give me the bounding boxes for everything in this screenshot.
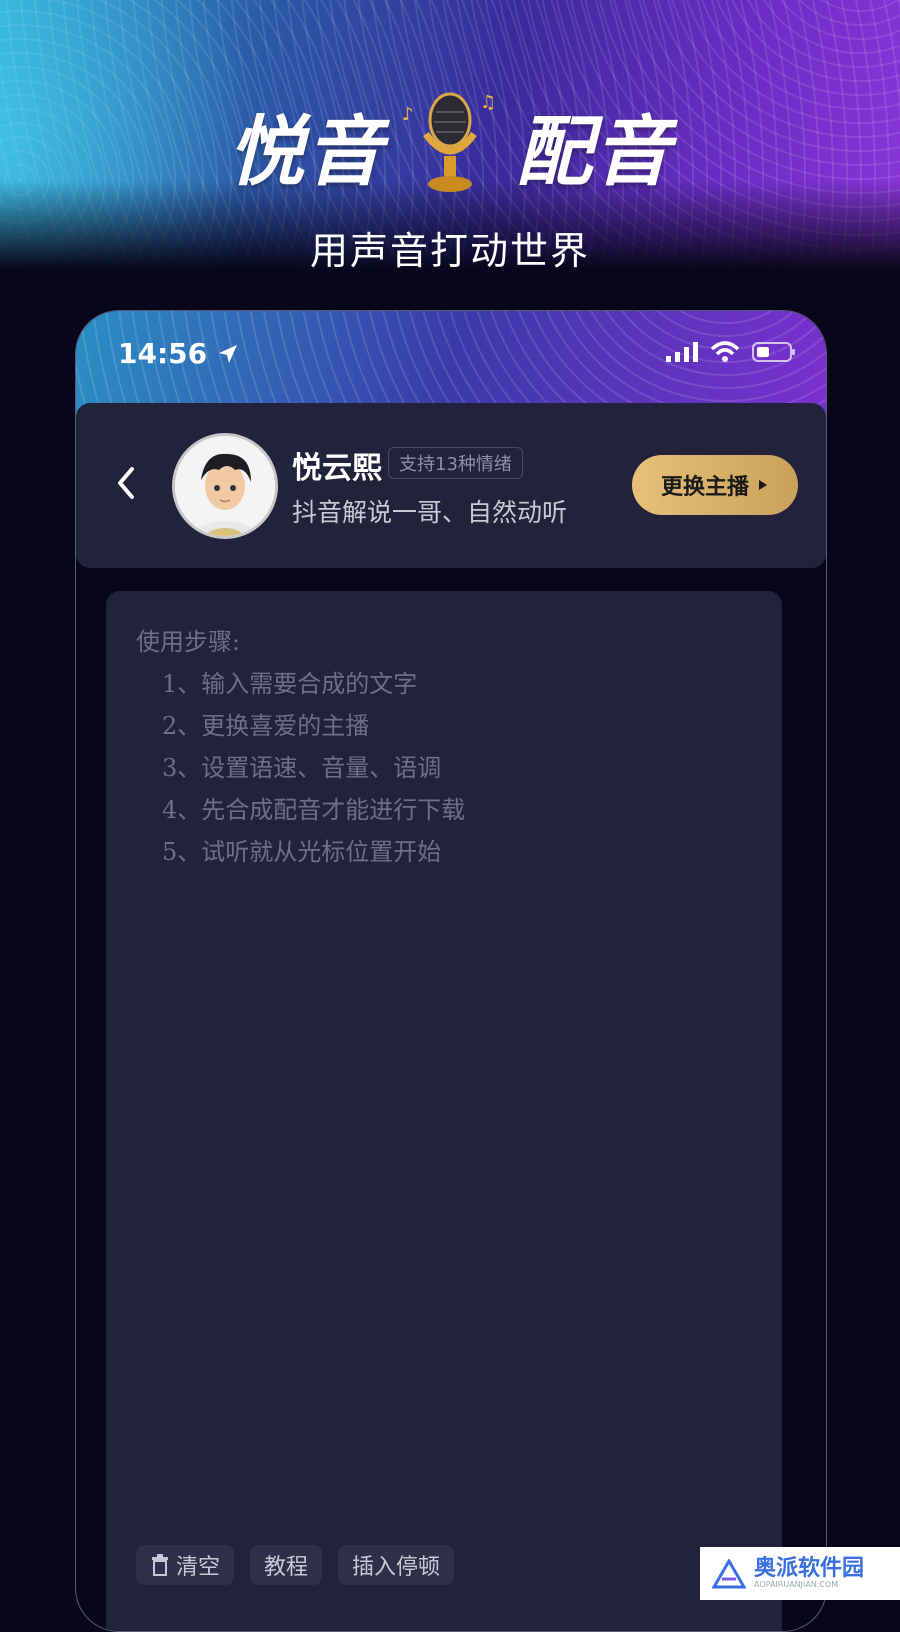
microphone-icon: ♪ ♫ <box>400 90 500 200</box>
app-title-left: 悦音 <box>228 107 384 196</box>
watermark: 奥派软件园 AOPAIRUANJIAN.COM <box>700 1547 900 1600</box>
chevron-left-icon <box>118 467 134 499</box>
back-button[interactable] <box>112 463 142 503</box>
wifi-icon <box>710 341 740 362</box>
avatar <box>172 433 278 539</box>
anchor-description: 抖音解说一哥、自然动听 <box>292 498 568 527</box>
tutorial-button[interactable]: 教程 <box>250 1545 323 1585</box>
watermark-subtext: AOPAIRUANJIAN.COM <box>754 1580 839 1589</box>
anchor-name: 悦云熙 <box>292 451 382 486</box>
clear-button[interactable]: 清空 <box>136 1545 235 1585</box>
editor-placeholder: 使用步骤: 1、输入需要合成的文字 2、更换喜爱的主播 3、设置语速、音量、语调… <box>136 621 465 873</box>
watermark-text: 奥派软件园 <box>754 1556 865 1581</box>
insert-pause-label: 插入停顿 <box>352 1555 441 1580</box>
status-icons <box>666 341 796 363</box>
phone-frame: 14:56 悦云熙 支持13种情绪 抖音解说一哥、自然动听 更换主播 使用步骤:… <box>75 310 827 1632</box>
signal-icon <box>666 342 698 362</box>
emotion-tag: 支持13种情绪 <box>388 447 523 479</box>
svg-text:♪: ♪ <box>402 104 414 125</box>
anchor-card: 悦云熙 支持13种情绪 抖音解说一哥、自然动听 更换主播 <box>76 403 826 568</box>
play-triangle-icon <box>759 480 767 490</box>
tutorial-label: 教程 <box>264 1555 309 1580</box>
svg-text:♫: ♫ <box>480 92 496 113</box>
watermark-logo-icon <box>712 1558 746 1588</box>
step-item: 2、更换喜爱的主播 <box>162 712 370 740</box>
change-anchor-label: 更换主播 <box>660 475 749 500</box>
step-item: 1、输入需要合成的文字 <box>162 670 418 698</box>
trash-icon <box>152 1554 168 1576</box>
status-time-text: 14:56 <box>118 337 208 370</box>
clear-label: 清空 <box>176 1555 221 1580</box>
battery-icon <box>752 342 795 362</box>
location-arrow-icon <box>218 345 237 363</box>
app-title: 悦音 ♪ ♫ 配音 <box>0 92 900 196</box>
step-item: 5、试听就从光标位置开始 <box>162 838 442 866</box>
change-anchor-button[interactable]: 更换主播 <box>632 455 798 515</box>
steps-heading: 使用步骤: <box>136 628 241 656</box>
status-time: 14:56 <box>118 337 239 370</box>
editor-toolbar: 清空 教程 插入停顿 <box>136 1545 455 1585</box>
app-slogan: 用声音打动世界 <box>309 229 590 273</box>
step-item: 3、设置语速、音量、语调 <box>162 754 442 782</box>
insert-pause-button[interactable]: 插入停顿 <box>338 1545 455 1585</box>
text-editor[interactable]: 使用步骤: 1、输入需要合成的文字 2、更换喜爱的主播 3、设置语速、音量、语调… <box>106 591 802 1631</box>
app-title-right: 配音 <box>516 107 672 196</box>
step-item: 4、先合成配音才能进行下载 <box>162 796 466 824</box>
